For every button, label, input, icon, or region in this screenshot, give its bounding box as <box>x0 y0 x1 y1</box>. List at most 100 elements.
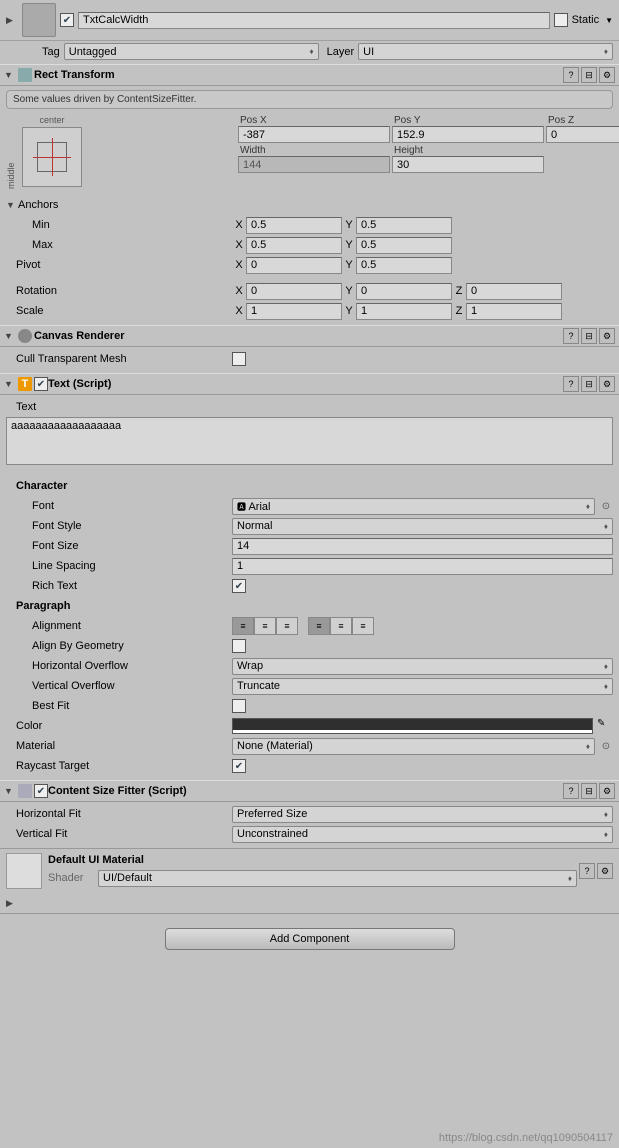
preset-button[interactable]: ⊟ <box>581 328 597 344</box>
align-right-button[interactable]: ≡ <box>276 617 298 635</box>
x-label: X <box>232 285 246 297</box>
max-x-input[interactable] <box>246 237 342 254</box>
fold-icon[interactable]: ▼ <box>4 379 14 389</box>
x-label: X <box>232 239 246 251</box>
rich-text-label: Rich Text <box>6 580 232 592</box>
y-label: Y <box>342 239 356 251</box>
preset-button[interactable]: ⊟ <box>581 376 597 392</box>
height-label: Height <box>392 145 544 156</box>
fold-icon[interactable]: ▼ <box>4 786 14 796</box>
shader-dropdown[interactable]: UI/Default <box>98 870 577 887</box>
fold-icon[interactable]: ▶ <box>6 898 16 908</box>
add-component-button[interactable]: Add Component <box>165 928 455 950</box>
max-label: Max <box>6 239 232 251</box>
font-field[interactable]: 🅰 Arial <box>232 498 595 515</box>
min-y-input[interactable] <box>356 217 452 234</box>
raycast-checkbox[interactable] <box>232 759 246 773</box>
font-style-label: Font Style <box>6 520 232 532</box>
fold-icon[interactable]: ▼ <box>4 70 14 80</box>
align-bottom-button[interactable]: ≡ <box>352 617 374 635</box>
gameobject-icon[interactable] <box>22 3 56 37</box>
scale-z-input[interactable] <box>466 303 562 320</box>
height-input[interactable] <box>392 156 544 173</box>
min-x-input[interactable] <box>246 217 342 234</box>
text-icon: T <box>18 377 32 391</box>
rot-z-input[interactable] <box>466 283 562 300</box>
alignment-label: Alignment <box>6 620 232 632</box>
line-spacing-label: Line Spacing <box>6 560 232 572</box>
object-picker-icon[interactable]: ⊙ <box>599 739 613 753</box>
rich-text-checkbox[interactable] <box>232 579 246 593</box>
font-size-input[interactable] <box>232 538 613 555</box>
static-dropdown-icon[interactable]: ▼ <box>605 16 613 25</box>
text-header: ▼ T Text (Script) ? ⊟ ⚙ <box>0 373 619 395</box>
posx-input[interactable] <box>238 126 390 143</box>
material-label: Material <box>6 740 232 752</box>
fold-icon[interactable]: ▼ <box>6 200 16 210</box>
align-top-button[interactable]: ≡ <box>308 617 330 635</box>
pivot-x-input[interactable] <box>246 257 342 274</box>
v-overflow-dropdown[interactable]: Truncate <box>232 678 613 695</box>
docs-button[interactable]: ? <box>563 783 579 799</box>
z-label: Z <box>452 305 466 317</box>
color-swatch[interactable] <box>232 718 593 734</box>
eyedropper-icon[interactable]: ✎ <box>597 718 613 734</box>
context-menu-icon[interactable]: ⚙ <box>599 328 615 344</box>
context-menu-icon[interactable]: ⚙ <box>599 376 615 392</box>
active-checkbox[interactable] <box>60 13 74 27</box>
align-center-button[interactable]: ≡ <box>254 617 276 635</box>
anchors-label: Anchors <box>18 199 58 211</box>
gameobject-name-input[interactable] <box>78 12 550 29</box>
text-title: Text (Script) <box>48 378 561 390</box>
rot-y-input[interactable] <box>356 283 452 300</box>
material-thumb[interactable] <box>6 853 42 889</box>
posz-input[interactable] <box>546 126 619 143</box>
text-label: Text <box>6 401 232 413</box>
context-menu-icon[interactable]: ⚙ <box>597 863 613 879</box>
anchor-preset-button[interactable] <box>22 127 82 187</box>
static-checkbox[interactable] <box>554 13 568 27</box>
canvas-renderer-icon <box>18 329 32 343</box>
font-style-dropdown[interactable]: Normal <box>232 518 613 535</box>
fold-icon[interactable]: ▼ <box>4 331 14 341</box>
context-menu-icon[interactable]: ⚙ <box>599 67 615 83</box>
best-fit-checkbox[interactable] <box>232 699 246 713</box>
rot-x-input[interactable] <box>246 283 342 300</box>
context-menu-icon[interactable]: ⚙ <box>599 783 615 799</box>
cull-checkbox[interactable] <box>232 352 246 366</box>
align-middle-button[interactable]: ≡ <box>330 617 352 635</box>
text-enabled-checkbox[interactable] <box>34 377 48 391</box>
scale-label: Scale <box>6 305 232 317</box>
min-label: Min <box>6 219 232 231</box>
h-overflow-dropdown[interactable]: Wrap <box>232 658 613 675</box>
fold-icon[interactable]: ▶ <box>6 15 16 25</box>
line-spacing-input[interactable] <box>232 558 613 575</box>
docs-button[interactable]: ? <box>563 376 579 392</box>
align-by-geom-checkbox[interactable] <box>232 639 246 653</box>
scale-x-input[interactable] <box>246 303 342 320</box>
v-fit-dropdown[interactable]: Unconstrained <box>232 826 613 843</box>
object-picker-icon[interactable]: ⊙ <box>599 499 613 513</box>
scale-y-input[interactable] <box>356 303 452 320</box>
docs-button[interactable]: ? <box>563 328 579 344</box>
h-fit-dropdown[interactable]: Preferred Size <box>232 806 613 823</box>
material-field[interactable]: None (Material) <box>232 738 595 755</box>
layer-label: Layer <box>327 46 355 58</box>
paragraph-label: Paragraph <box>6 600 232 612</box>
pivot-y-input[interactable] <box>356 257 452 274</box>
width-input <box>238 156 390 173</box>
posy-input[interactable] <box>392 126 544 143</box>
docs-button[interactable]: ? <box>579 863 595 879</box>
preset-button[interactable]: ⊟ <box>581 67 597 83</box>
docs-button[interactable]: ? <box>563 67 579 83</box>
csf-enabled-checkbox[interactable] <box>34 784 48 798</box>
driven-info: Some values driven by ContentSizeFitter. <box>6 90 613 109</box>
max-y-input[interactable] <box>356 237 452 254</box>
text-textarea[interactable]: aaaaaaaaaaaaaaaaaa <box>6 417 613 465</box>
tag-dropdown[interactable]: Untagged <box>64 43 319 60</box>
align-left-button[interactable]: ≡ <box>232 617 254 635</box>
preset-button[interactable]: ⊟ <box>581 783 597 799</box>
tag-label: Tag <box>42 46 60 58</box>
font-size-label: Font Size <box>6 540 232 552</box>
layer-dropdown[interactable]: UI <box>358 43 613 60</box>
